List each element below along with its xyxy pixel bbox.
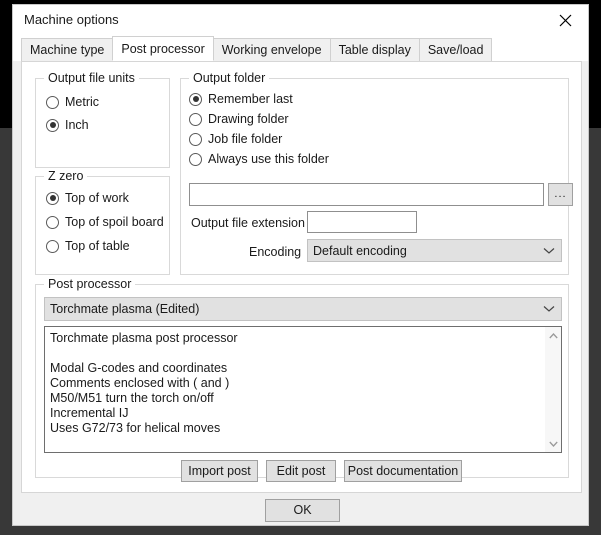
radio-folder-job-file-folder-label: Job file folder bbox=[208, 132, 283, 146]
post-processor-group: Post processor Torchmate plasma (Edited)… bbox=[35, 277, 569, 482]
radio-zzero-top-of-table[interactable]: Top of table bbox=[46, 239, 130, 253]
encoding-combobox[interactable]: Default encoding bbox=[307, 239, 562, 262]
output-file-units-group: Output file units Metric Inch bbox=[35, 71, 170, 168]
tab-strip: Machine type Post processor Working enve… bbox=[13, 36, 588, 61]
radio-folder-drawing-folder[interactable]: Drawing folder bbox=[189, 112, 289, 126]
radio-circle-selected-icon bbox=[46, 191, 59, 205]
title-bar: Machine options bbox=[13, 5, 588, 36]
encoding-combobox-value: Default encoding bbox=[313, 243, 407, 258]
post-documentation-button[interactable]: Post documentation bbox=[344, 460, 462, 482]
tab-machine-type[interactable]: Machine type bbox=[21, 38, 114, 61]
radio-folder-remember-last[interactable]: Remember last bbox=[189, 92, 293, 106]
post-processor-tab-page: Output file units Metric Inch Z zero Top… bbox=[21, 61, 582, 493]
radio-zzero-top-of-spoil-board-label: Top of spoil board bbox=[65, 215, 164, 229]
browse-folder-button[interactable]: ... bbox=[548, 183, 573, 206]
radio-zzero-top-of-spoil-board[interactable]: Top of spoil board bbox=[46, 215, 164, 229]
radio-units-inch[interactable]: Inch bbox=[46, 118, 89, 132]
post-processor-legend: Post processor bbox=[44, 277, 136, 291]
radio-circle-icon bbox=[46, 95, 59, 109]
output-folder-group: Output folder Remember last Drawing fold… bbox=[180, 71, 573, 275]
radio-units-inch-label: Inch bbox=[65, 118, 89, 132]
radio-circle-selected-icon bbox=[189, 92, 202, 106]
machine-options-dialog: Machine options Machine type Post proces… bbox=[12, 4, 589, 526]
scroll-up-arrow-icon[interactable] bbox=[545, 327, 561, 344]
ok-button[interactable]: OK bbox=[265, 499, 340, 522]
radio-circle-icon bbox=[46, 239, 59, 253]
post-processor-combobox-value: Torchmate plasma (Edited) bbox=[50, 302, 200, 316]
radio-zzero-top-of-work[interactable]: Top of work bbox=[46, 191, 129, 205]
radio-folder-drawing-folder-label: Drawing folder bbox=[208, 112, 289, 126]
radio-zzero-top-of-table-label: Top of table bbox=[65, 239, 130, 253]
encoding-label: Encoding bbox=[249, 245, 302, 259]
scroll-down-arrow-icon[interactable] bbox=[545, 435, 561, 452]
tab-post-processor[interactable]: Post processor bbox=[112, 36, 214, 61]
post-description-scrollbar[interactable] bbox=[544, 327, 561, 452]
output-folder-legend: Output folder bbox=[189, 71, 270, 85]
output-file-extension-label: Output file extension bbox=[191, 216, 305, 230]
radio-folder-job-file-folder[interactable]: Job file folder bbox=[189, 132, 282, 146]
radio-folder-always-use-this-folder[interactable]: Always use this folder bbox=[189, 152, 329, 166]
radio-folder-always-use-this-folder-label: Always use this folder bbox=[208, 152, 329, 166]
tabs-row: Machine type Post processor Working enve… bbox=[21, 36, 493, 61]
radio-circle-icon bbox=[189, 152, 202, 166]
edit-post-button[interactable]: Edit post bbox=[266, 460, 336, 482]
radio-zzero-top-of-work-label: Top of work bbox=[65, 191, 129, 205]
post-description-text: Torchmate plasma post processor Modal G-… bbox=[50, 331, 238, 435]
tab-save-load[interactable]: Save/load bbox=[418, 38, 493, 61]
post-description-box: Torchmate plasma post processor Modal G-… bbox=[44, 326, 562, 453]
tab-table-display[interactable]: Table display bbox=[329, 38, 420, 61]
z-zero-group: Z zero Top of work Top of spoil board To… bbox=[35, 169, 170, 275]
radio-units-metric-label: Metric bbox=[65, 95, 100, 109]
radio-circle-icon bbox=[46, 215, 59, 229]
radio-units-metric[interactable]: Metric bbox=[46, 95, 99, 109]
folder-path-input[interactable] bbox=[189, 183, 544, 206]
output-file-units-legend: Output file units bbox=[44, 71, 139, 85]
radio-folder-remember-last-label: Remember last bbox=[208, 92, 293, 106]
radio-circle-selected-icon bbox=[46, 118, 59, 132]
radio-circle-icon bbox=[189, 132, 202, 146]
post-processor-combobox[interactable]: Torchmate plasma (Edited) bbox=[44, 297, 562, 321]
output-file-extension-input[interactable] bbox=[307, 211, 417, 233]
chevron-down-icon bbox=[537, 305, 561, 313]
close-button[interactable] bbox=[542, 5, 588, 35]
window-title: Machine options bbox=[24, 12, 119, 27]
close-icon bbox=[559, 14, 572, 27]
radio-circle-icon bbox=[189, 112, 202, 126]
tab-working-envelope[interactable]: Working envelope bbox=[212, 38, 331, 61]
z-zero-legend: Z zero bbox=[44, 169, 88, 183]
chevron-down-icon bbox=[537, 247, 561, 255]
import-post-button[interactable]: Import post bbox=[181, 460, 258, 482]
